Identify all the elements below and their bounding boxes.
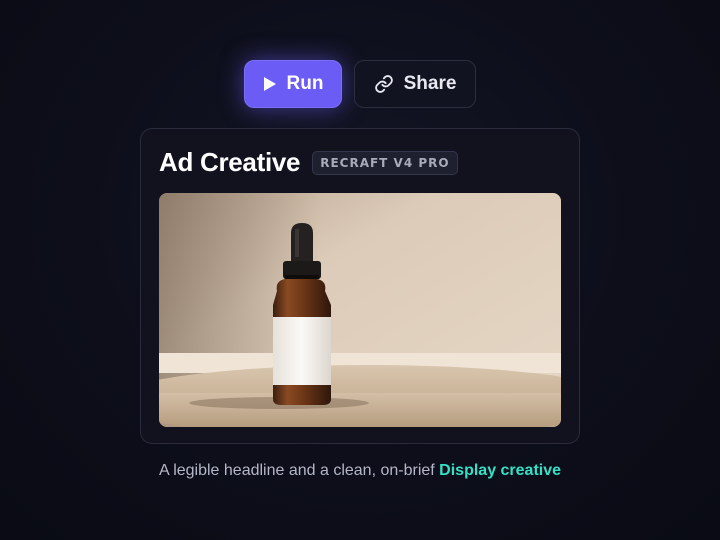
link-icon <box>374 74 394 94</box>
share-button-label: Share <box>403 73 457 94</box>
creative-card: Ad Creative RECRAFT V4 PRO <box>140 128 580 444</box>
model-badge: RECRAFT V4 PRO <box>312 150 458 175</box>
card-title: Ad Creative <box>159 147 301 177</box>
caption-highlight: Display creative <box>439 462 562 479</box>
run-button[interactable]: Run <box>244 60 342 108</box>
play-icon <box>263 76 277 92</box>
toolbar: Run Share <box>0 60 720 108</box>
card-header: Ad Creative RECRAFT V4 PRO <box>159 147 458 178</box>
run-button-label: Run <box>286 73 324 94</box>
creative-image <box>159 193 561 427</box>
share-button[interactable]: Share <box>354 60 476 108</box>
caption: A legible headline and a clean, on-brief… <box>0 462 720 480</box>
caption-text: A legible headline and a clean, on-brief <box>158 462 435 479</box>
